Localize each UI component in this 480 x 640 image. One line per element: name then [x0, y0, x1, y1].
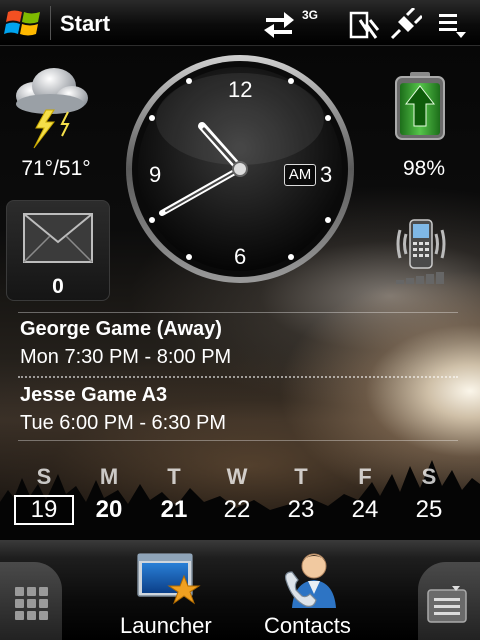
- thunderstorm-icon[interactable]: [10, 62, 90, 152]
- clock-ampm-badge: AM: [284, 164, 316, 186]
- sync-arrows-icon[interactable]: [262, 8, 296, 40]
- calendar-date[interactable]: 21: [144, 496, 204, 524]
- page-title[interactable]: Start: [60, 11, 110, 37]
- mail-count: 0: [52, 275, 64, 298]
- windows-flag-icon[interactable]: [4, 4, 44, 42]
- launcher-icon[interactable]: [136, 550, 204, 612]
- battery-charging-icon[interactable]: [392, 70, 448, 142]
- envelope-icon: [23, 213, 93, 263]
- bottom-bar: [0, 540, 480, 640]
- weekday-label: M: [99, 464, 119, 489]
- appointments-divider-dotted: [18, 376, 458, 378]
- calendar-date[interactable]: 20: [79, 496, 139, 524]
- calendar-date[interactable]: 25: [399, 496, 459, 524]
- clock-number-6: 6: [234, 244, 247, 269]
- calendar-date[interactable]: 23: [271, 496, 331, 524]
- weekday-label: S: [421, 464, 437, 489]
- appointment-time[interactable]: Mon 7:30 PM - 8:00 PM: [20, 346, 231, 369]
- calendar-date[interactable]: 22: [207, 496, 267, 524]
- network-type-label: 3G: [302, 8, 319, 22]
- appointment-title[interactable]: Jesse Game A3: [20, 384, 167, 407]
- contacts-icon[interactable]: [282, 550, 338, 612]
- power-plug-icon[interactable]: [388, 8, 422, 40]
- battery-level[interactable]: 98%: [380, 157, 468, 181]
- list-menu-icon[interactable]: [426, 584, 468, 624]
- tree-silhouette: [0, 460, 480, 540]
- weekday-label: W: [226, 464, 248, 489]
- weekday-label: T: [294, 464, 308, 489]
- appointment-time[interactable]: Tue 6:00 PM - 6:30 PM: [20, 412, 226, 435]
- weekday-label: T: [167, 464, 181, 489]
- status-divider: [50, 6, 51, 40]
- calendar-date[interactable]: 19: [14, 496, 74, 524]
- menu-icon[interactable]: [436, 8, 470, 40]
- launcher-label[interactable]: Launcher: [120, 613, 212, 639]
- clock-number-9: 9: [149, 162, 162, 187]
- appointments-divider-top: [18, 312, 458, 313]
- weekday-label: F: [358, 464, 372, 489]
- weekday-label: S: [36, 464, 52, 489]
- appointments-divider-bottom: [18, 440, 458, 441]
- clock-number-3: 3: [320, 162, 333, 187]
- appointment-title[interactable]: George Game (Away): [20, 318, 222, 341]
- weather-temperature[interactable]: 71°/51°: [0, 157, 112, 181]
- calendar-date[interactable]: 24: [335, 496, 395, 524]
- phone-vibrate-icon[interactable]: [394, 218, 448, 286]
- apps-grid-icon[interactable]: [14, 586, 50, 622]
- contacts-label[interactable]: Contacts: [264, 613, 351, 639]
- clock-number-12: 12: [228, 77, 253, 102]
- mail-tile[interactable]: 0: [6, 200, 110, 301]
- signal-icon[interactable]: [346, 8, 380, 40]
